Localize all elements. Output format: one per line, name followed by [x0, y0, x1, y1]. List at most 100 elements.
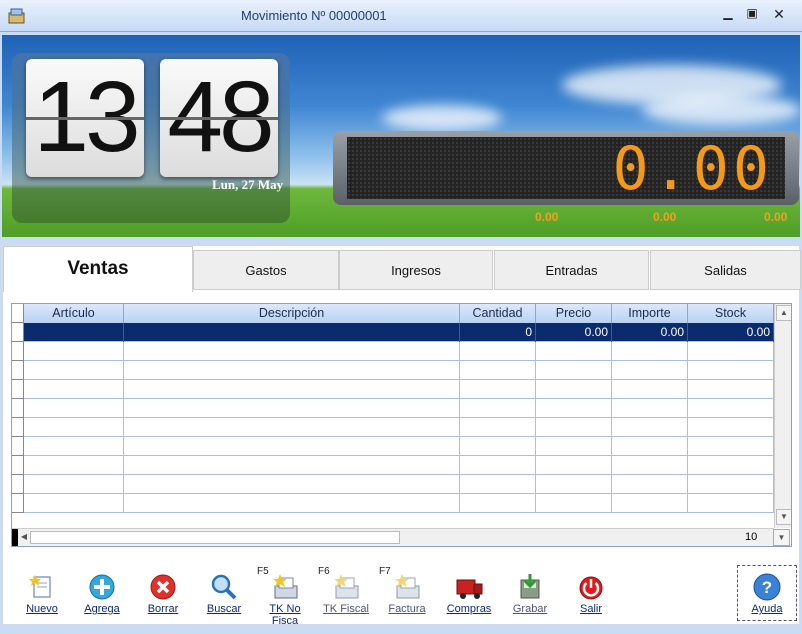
table-row[interactable] — [24, 380, 774, 399]
compras-button[interactable]: Compras — [441, 572, 497, 615]
table-cell[interactable] — [460, 399, 536, 418]
table-cell[interactable] — [536, 380, 612, 399]
table-cell[interactable] — [124, 418, 460, 437]
table-cell[interactable] — [688, 456, 774, 475]
table-cell[interactable] — [460, 475, 536, 494]
page-down-icon[interactable]: ▼ — [773, 529, 790, 546]
grid-horizontal-scrollbar[interactable]: ◀ — [12, 528, 774, 546]
table-cell[interactable] — [124, 475, 460, 494]
tk-no-fiscal-button[interactable]: F5 TK No Fisca — [257, 566, 313, 627]
table-cell[interactable] — [688, 361, 774, 380]
buscar-button[interactable]: Buscar — [196, 572, 252, 615]
table-cell[interactable] — [124, 456, 460, 475]
table-cell[interactable] — [536, 456, 612, 475]
table-cell[interactable] — [124, 380, 460, 399]
table-row[interactable] — [24, 361, 774, 380]
table-row[interactable] — [24, 399, 774, 418]
col-stock[interactable]: Stock — [688, 304, 774, 323]
cell-articulo[interactable] — [24, 323, 124, 342]
table-cell[interactable] — [460, 494, 536, 513]
col-precio[interactable]: Precio — [536, 304, 612, 323]
table-cell[interactable] — [24, 342, 124, 361]
scroll-thumb[interactable] — [30, 531, 400, 544]
table-cell[interactable] — [460, 437, 536, 456]
table-row[interactable] — [24, 437, 774, 456]
col-articulo[interactable]: Artículo — [24, 304, 124, 323]
table-cell[interactable] — [460, 361, 536, 380]
table-cell[interactable] — [24, 399, 124, 418]
col-descripcion[interactable]: Descripción — [124, 304, 460, 323]
table-cell[interactable] — [612, 456, 688, 475]
cell-descripcion[interactable] — [124, 323, 460, 342]
table-cell[interactable] — [688, 380, 774, 399]
table-cell[interactable] — [612, 475, 688, 494]
table-cell[interactable] — [688, 342, 774, 361]
table-cell[interactable] — [24, 475, 124, 494]
table-cell[interactable] — [460, 342, 536, 361]
table-cell[interactable] — [460, 456, 536, 475]
table-row[interactable]: 0 0.00 0.00 0.00 — [24, 323, 774, 342]
table-cell[interactable] — [688, 418, 774, 437]
table-row[interactable] — [24, 418, 774, 437]
maximize-button[interactable]: ▣ — [743, 6, 761, 22]
grabar-button[interactable]: Grabar — [502, 572, 558, 615]
borrar-button[interactable]: Borrar — [135, 572, 191, 615]
table-cell[interactable] — [24, 380, 124, 399]
table-cell[interactable] — [612, 494, 688, 513]
cell-stock[interactable]: 0.00 — [688, 323, 774, 342]
scroll-up-icon[interactable]: ▲ — [776, 305, 791, 321]
table-cell[interactable] — [536, 494, 612, 513]
sales-grid[interactable]: Artículo Descripción Cantidad Precio Imp… — [11, 303, 792, 547]
ayuda-button[interactable]: ? Ayuda — [739, 572, 795, 615]
table-cell[interactable] — [536, 399, 612, 418]
table-cell[interactable] — [460, 418, 536, 437]
table-cell[interactable] — [612, 399, 688, 418]
table-cell[interactable] — [612, 361, 688, 380]
tab-ingresos[interactable]: Ingresos — [339, 250, 493, 290]
table-cell[interactable] — [612, 380, 688, 399]
scroll-down-icon[interactable]: ▼ — [776, 509, 791, 525]
table-cell[interactable] — [460, 380, 536, 399]
col-cantidad[interactable]: Cantidad — [460, 304, 536, 323]
salir-button[interactable]: Salir — [563, 572, 619, 615]
table-cell[interactable] — [536, 361, 612, 380]
table-cell[interactable] — [124, 494, 460, 513]
table-cell[interactable] — [24, 494, 124, 513]
table-cell[interactable] — [536, 475, 612, 494]
table-row[interactable] — [24, 456, 774, 475]
tab-ventas[interactable]: Ventas — [3, 246, 193, 292]
minimize-button[interactable]: ▁ — [719, 6, 737, 22]
col-importe[interactable]: Importe — [612, 304, 688, 323]
table-cell[interactable] — [688, 399, 774, 418]
table-row[interactable] — [24, 475, 774, 494]
table-cell[interactable] — [688, 494, 774, 513]
factura-button[interactable]: F7 Factura — [379, 566, 435, 615]
tab-gastos[interactable]: Gastos — [193, 250, 339, 290]
close-button[interactable]: ✕ — [770, 6, 788, 22]
agrega-button[interactable]: Agrega — [74, 572, 130, 615]
tab-salidas[interactable]: Salidas — [650, 250, 801, 290]
table-cell[interactable] — [612, 418, 688, 437]
table-cell[interactable] — [24, 361, 124, 380]
nuevo-button[interactable]: Nuevo — [14, 572, 70, 615]
table-cell[interactable] — [688, 475, 774, 494]
table-cell[interactable] — [24, 456, 124, 475]
cell-importe[interactable]: 0.00 — [612, 323, 688, 342]
cell-cantidad[interactable]: 0 — [460, 323, 536, 342]
table-cell[interactable] — [24, 418, 124, 437]
table-cell[interactable] — [612, 342, 688, 361]
tk-fiscal-button[interactable]: F6 TK Fiscal — [318, 566, 374, 615]
tab-entradas[interactable]: Entradas — [494, 250, 649, 290]
table-cell[interactable] — [536, 342, 612, 361]
table-cell[interactable] — [688, 437, 774, 456]
table-cell[interactable] — [124, 342, 460, 361]
table-cell[interactable] — [536, 418, 612, 437]
cell-precio[interactable]: 0.00 — [536, 323, 612, 342]
table-cell[interactable] — [124, 399, 460, 418]
grid-vertical-scrollbar[interactable]: ▲ ▼ — [774, 304, 791, 528]
table-row[interactable] — [24, 494, 774, 513]
table-row[interactable] — [24, 342, 774, 361]
table-cell[interactable] — [612, 437, 688, 456]
scroll-left-icon[interactable]: ◀ — [18, 530, 30, 546]
table-cell[interactable] — [124, 437, 460, 456]
